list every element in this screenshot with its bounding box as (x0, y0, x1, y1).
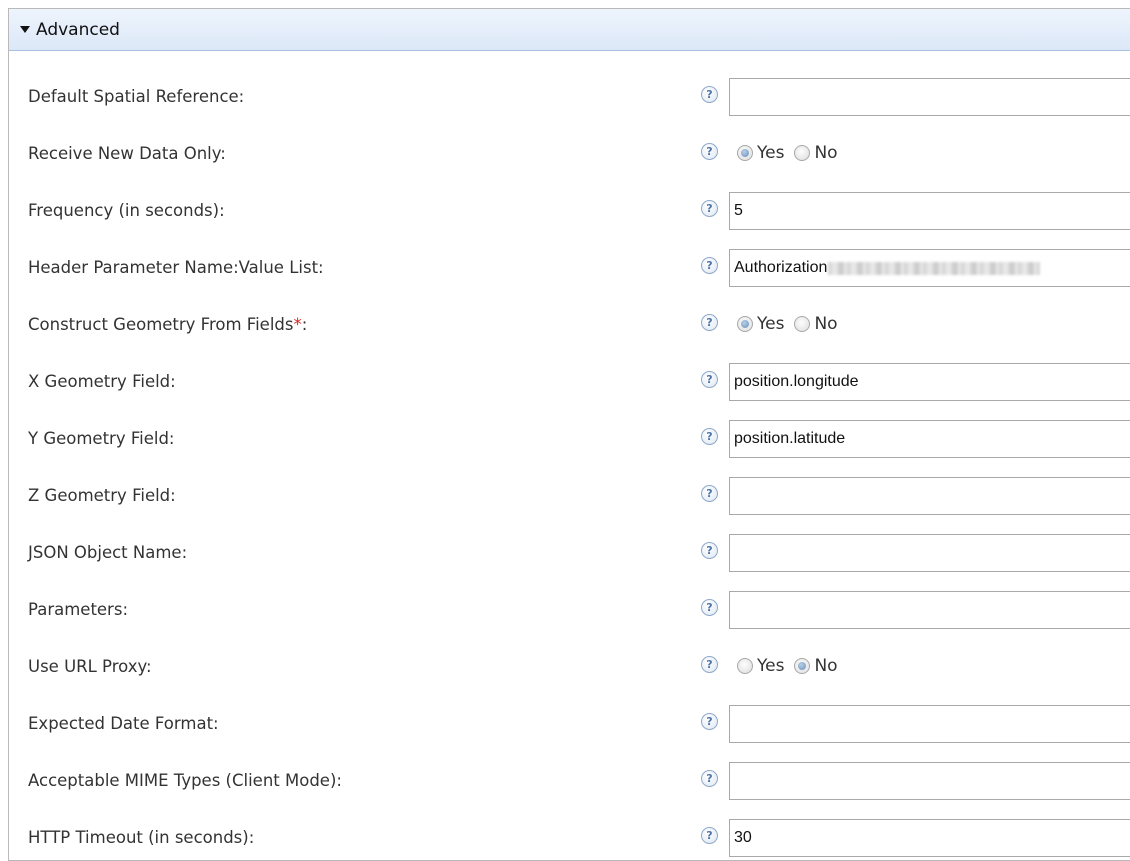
radio-label-no[interactable]: No (814, 143, 837, 163)
label-construct-geometry-text: Construct Geometry From Fields (28, 315, 294, 334)
row-json-object-name: JSON Object Name: ? (9, 534, 1130, 572)
help-icon[interactable]: ? (701, 257, 718, 274)
help-icon[interactable]: ? (701, 86, 718, 103)
label-default-spatial-reference: Default Spatial Reference: (28, 87, 245, 106)
section-title: Advanced (36, 19, 120, 40)
z-geometry-field-input[interactable] (729, 477, 1130, 515)
row-z-geometry-field: Z Geometry Field: ? (9, 477, 1130, 515)
receive-new-data-only-yes-radio[interactable] (737, 145, 753, 161)
label-parameters: Parameters: (28, 600, 128, 619)
frequency-input[interactable] (729, 192, 1130, 230)
redacted-token (828, 261, 1041, 275)
x-geometry-field-input[interactable] (729, 363, 1130, 401)
label-json-object-name: JSON Object Name: (28, 543, 188, 562)
label-header-parameter: Header Parameter Name:Value List: (28, 258, 324, 277)
help-icon[interactable]: ? (701, 428, 718, 445)
row-construct-geometry: Construct Geometry From Fields*: ? Yes N… (9, 306, 1130, 344)
row-parameters: Parameters: ? (9, 591, 1130, 629)
radio-label-no[interactable]: No (814, 656, 837, 676)
row-frequency: Frequency (in seconds): ? (9, 192, 1130, 230)
use-url-proxy-yes-radio[interactable] (737, 658, 753, 674)
header-parameter-value: Authorization (734, 259, 828, 276)
label-receive-new-data-only: Receive New Data Only: (28, 144, 226, 163)
http-timeout-input[interactable] (729, 819, 1130, 857)
help-icon[interactable]: ? (701, 656, 718, 673)
acceptable-mime-types-input[interactable] (729, 762, 1130, 800)
construct-geometry-yes-radio[interactable] (737, 316, 753, 332)
label-frequency: Frequency (in seconds): (28, 201, 225, 220)
help-icon[interactable]: ? (701, 542, 718, 559)
row-use-url-proxy: Use URL Proxy: ? Yes No (9, 648, 1130, 686)
label-http-timeout: HTTP Timeout (in seconds): (28, 828, 255, 847)
advanced-settings-panel: Advanced Default Spatial Reference: ? Re… (8, 8, 1130, 861)
label-expected-date-format: Expected Date Format: (28, 714, 219, 733)
required-asterisk: * (293, 315, 302, 334)
radio-label-no[interactable]: No (814, 314, 837, 334)
help-icon[interactable]: ? (701, 827, 718, 844)
expected-date-format-input[interactable] (729, 705, 1130, 743)
y-geometry-field-input[interactable] (729, 420, 1130, 458)
row-x-geometry-field: X Geometry Field: ? (9, 363, 1130, 401)
advanced-section-header[interactable]: Advanced (9, 9, 1130, 51)
label-acceptable-mime-types: Acceptable MIME Types (Client Mode): (28, 771, 342, 790)
radio-label-yes[interactable]: Yes (757, 656, 784, 676)
row-acceptable-mime-types: Acceptable MIME Types (Client Mode): ? (9, 762, 1130, 800)
label-suffix: : (301, 315, 308, 334)
parameters-input[interactable] (729, 591, 1130, 629)
receive-new-data-only-radio-group: Yes No (737, 143, 848, 163)
row-default-spatial-reference: Default Spatial Reference: ? (9, 78, 1130, 116)
row-header-parameter: Header Parameter Name:Value List: ? Auth… (9, 249, 1130, 287)
row-expected-date-format: Expected Date Format: ? (9, 705, 1130, 743)
help-icon[interactable]: ? (701, 713, 718, 730)
use-url-proxy-radio-group: Yes No (737, 656, 848, 676)
help-icon[interactable]: ? (701, 770, 718, 787)
label-z-geometry-field: Z Geometry Field: (28, 486, 176, 505)
radio-label-yes[interactable]: Yes (757, 143, 784, 163)
label-x-geometry-field: X Geometry Field: (28, 372, 176, 391)
row-receive-new-data-only: Receive New Data Only: ? Yes No (9, 135, 1130, 173)
radio-label-yes[interactable]: Yes (757, 314, 784, 334)
construct-geometry-no-radio[interactable] (794, 316, 811, 332)
row-y-geometry-field: Y Geometry Field: ? (9, 420, 1130, 458)
help-icon[interactable]: ? (701, 485, 718, 502)
header-parameter-input[interactable]: Authorization (729, 249, 1130, 287)
label-construct-geometry: Construct Geometry From Fields*: (28, 315, 307, 334)
row-http-timeout: HTTP Timeout (in seconds): ? (9, 819, 1130, 857)
use-url-proxy-no-radio[interactable] (794, 658, 811, 674)
help-icon[interactable]: ? (701, 371, 718, 388)
receive-new-data-only-no-radio[interactable] (794, 145, 811, 161)
help-icon[interactable]: ? (701, 314, 718, 331)
label-y-geometry-field: Y Geometry Field: (28, 429, 175, 448)
help-icon[interactable]: ? (701, 143, 718, 160)
construct-geometry-radio-group: Yes No (737, 314, 848, 334)
json-object-name-input[interactable] (729, 534, 1130, 572)
help-icon[interactable]: ? (701, 200, 718, 217)
default-spatial-reference-input[interactable] (729, 78, 1130, 116)
help-icon[interactable]: ? (701, 599, 718, 616)
caret-down-icon[interactable] (20, 26, 30, 33)
label-use-url-proxy: Use URL Proxy: (28, 657, 152, 676)
